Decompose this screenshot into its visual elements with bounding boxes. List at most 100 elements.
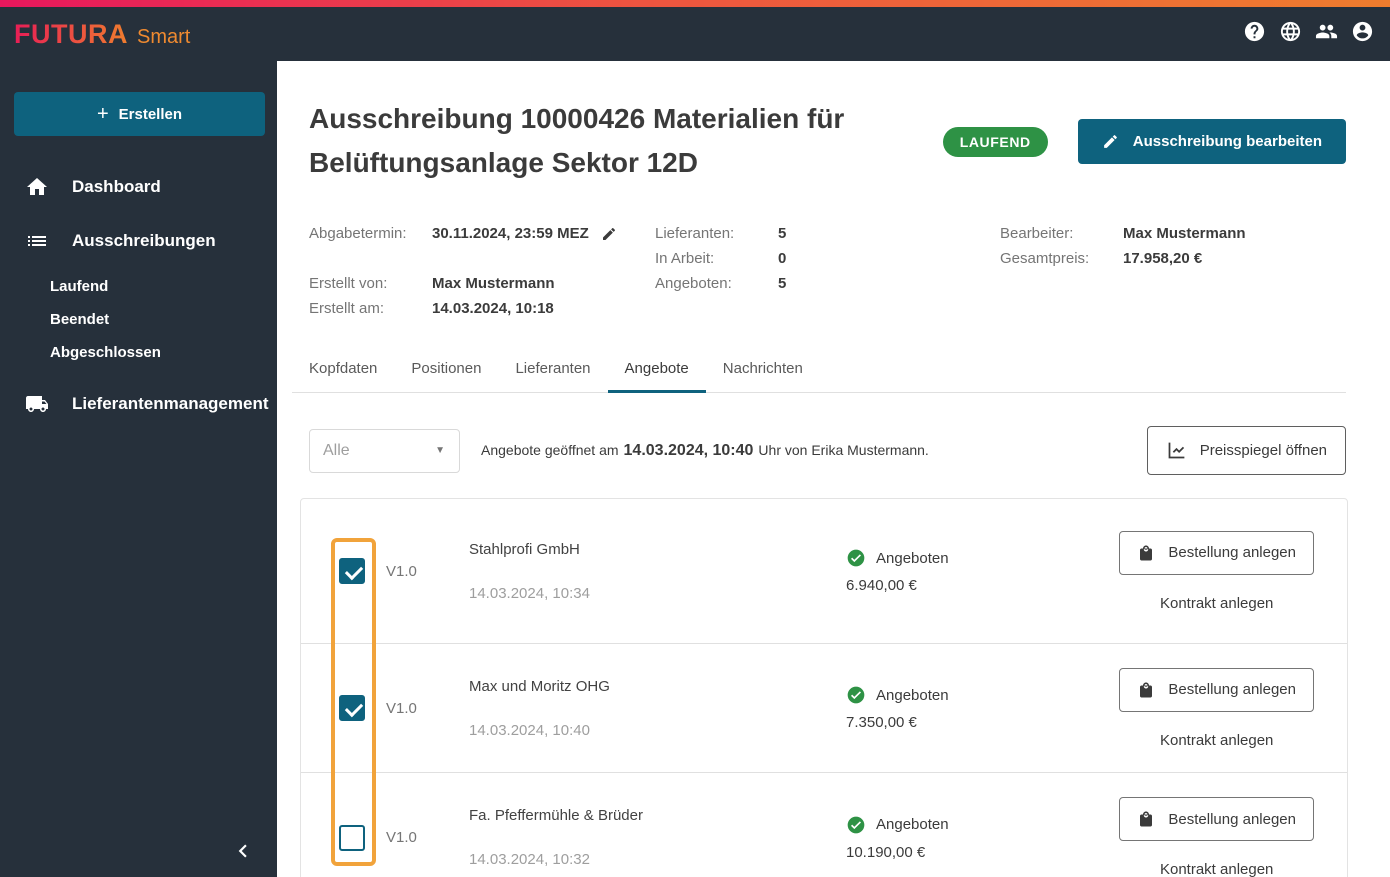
supplier-name: Max und Moritz OHG — [469, 677, 610, 695]
pencil-icon — [1103, 135, 1117, 148]
create-order-button[interactable]: Bestellung anlegen — [1119, 797, 1314, 841]
offer-filter-value: Alle — [323, 441, 350, 459]
create-order-button[interactable]: Bestellung anlegen — [1119, 530, 1314, 575]
offer-row: V1.0 Max und Moritz OHG 14.03.2024, 10:4… — [301, 644, 1347, 773]
offer-status: Angeboten — [876, 816, 949, 833]
offer-date: 14.03.2024, 10:32 — [469, 851, 590, 868]
in-progress-label: In Arbeit: — [655, 250, 715, 267]
tab-angebote[interactable]: Angebote — [607, 349, 706, 393]
opened-prefix: Angebote geöffnet am — [481, 441, 619, 458]
meta-column-editor: Bearbeiter: Max Mustermann Gesamtpreis: … — [1000, 221, 1346, 321]
chevron-down-icon: ▼ — [435, 445, 445, 456]
topbar-icons — [1243, 20, 1374, 48]
chart-icon — [1168, 442, 1185, 459]
main-content: Ausschreibung 10000426 Materialien für B… — [277, 61, 1390, 877]
offer-date: 14.03.2024, 10:40 — [469, 721, 590, 739]
offer-price: 6.940,00 € — [846, 577, 917, 594]
account-icon[interactable] — [1351, 20, 1374, 48]
sidebar-item-ended[interactable]: Beendet — [0, 303, 277, 336]
tab-kopfdaten[interactable]: Kopfdaten — [292, 349, 394, 393]
plus-icon: + — [96, 103, 109, 125]
offer-checkbox[interactable] — [339, 824, 365, 851]
chevron-left-icon — [238, 844, 247, 858]
globe-icon[interactable] — [1279, 20, 1302, 48]
offers-card: V1.0 Stahlprofi GmbH 14.03.2024, 10:34 A… — [300, 498, 1348, 877]
total-price-value: 17.958,20 € — [1123, 250, 1203, 267]
list-icon — [28, 236, 46, 246]
sidebar: + Erstellen Dashboard Ausschreibungen La… — [0, 61, 277, 877]
sidebar-item-tenders[interactable]: Ausschreibungen — [0, 214, 277, 268]
brand-logo: FUTURA Smart — [14, 19, 190, 50]
tab-nachrichten[interactable]: Nachrichten — [706, 349, 820, 393]
tab-bar: Kopfdaten Positionen Lieferanten Angebot… — [292, 349, 1346, 393]
editor-label: Bearbeiter: — [1000, 225, 1074, 242]
sidebar-item-supplier-management[interactable]: Lieferantenmanagement — [0, 377, 277, 431]
create-order-button-label: Bestellung anlegen — [1168, 810, 1296, 828]
offer-status: Angeboten — [876, 686, 949, 704]
offer-price: 7.350,00 € — [846, 714, 917, 731]
meta-section: Abgabetermin: 30.11.2024, 23:59 MEZ Erst… — [309, 221, 1346, 321]
price-mirror-button-label: Preisspiegel öffnen — [1199, 442, 1327, 459]
sidebar-item-completed[interactable]: Abgeschlossen — [0, 336, 277, 369]
supplier-name: Fa. Pfeffermühle & Brüder — [469, 807, 643, 824]
sidebar-nav: Dashboard Ausschreibungen Laufend Beende… — [0, 160, 277, 431]
edit-deadline-icon[interactable] — [601, 226, 617, 242]
offer-version: V1.0 — [386, 829, 417, 846]
brand-name: FUTURA — [14, 18, 128, 49]
opened-suffix: Uhr von Erika Mustermann. — [758, 441, 929, 458]
users-icon[interactable] — [1315, 20, 1338, 48]
page-title: Ausschreibung 10000426 Materialien für B… — [309, 103, 845, 178]
create-order-button-label: Bestellung anlegen — [1168, 544, 1296, 561]
tab-lieferanten[interactable]: Lieferanten — [498, 349, 607, 393]
offer-filter-select[interactable]: Alle ▼ — [309, 428, 460, 473]
sidebar-tenders-submenu: Laufend Beendet Abgeschlossen — [0, 268, 277, 377]
offer-checkbox[interactable] — [339, 558, 365, 584]
status-badge: LAUFEND — [942, 126, 1048, 157]
offer-row: V1.0 Fa. Pfeffermühle & Brüder 14.03.202… — [301, 773, 1347, 877]
meta-column-dates: Abgabetermin: 30.11.2024, 23:59 MEZ Erst… — [309, 221, 655, 321]
tab-positionen[interactable]: Positionen — [394, 349, 498, 393]
deadline-label: Abgabetermin: — [309, 225, 407, 242]
check-circle-icon — [847, 816, 865, 833]
bag-icon — [1140, 811, 1153, 827]
home-icon — [27, 178, 47, 195]
offered-value: 5 — [778, 275, 787, 292]
offer-row: V1.0 Stahlprofi GmbH 14.03.2024, 10:34 A… — [301, 499, 1347, 644]
create-contract-link[interactable]: Kontrakt anlegen — [1160, 861, 1273, 877]
editor-value: Max Mustermann — [1123, 225, 1246, 242]
created-at-value: 14.03.2024, 10:18 — [432, 300, 554, 317]
opened-datetime: 14.03.2024, 10:40 — [623, 441, 754, 459]
sidebar-collapse-button[interactable] — [225, 833, 261, 869]
check-circle-icon — [847, 549, 865, 567]
bag-icon — [1140, 682, 1153, 697]
offers-opened-text: Angebote geöffnet am 14.03.2024, 10:40 U… — [481, 442, 929, 460]
price-mirror-button[interactable]: Preisspiegel öffnen — [1146, 426, 1346, 475]
truck-icon — [26, 396, 48, 412]
offer-version: V1.0 — [386, 562, 417, 580]
create-contract-link[interactable]: Kontrakt anlegen — [1160, 732, 1273, 749]
sidebar-item-dashboard[interactable]: Dashboard — [0, 160, 277, 214]
offer-price: 10.190,00 € — [846, 843, 926, 861]
create-button-label: Erstellen — [118, 105, 183, 123]
created-by-value: Max Mustermann — [432, 275, 555, 292]
page-header: Ausschreibung 10000426 Materialien für B… — [309, 97, 1346, 185]
check-circle-icon — [847, 686, 865, 704]
create-contract-link[interactable]: Kontrakt anlegen — [1160, 595, 1273, 612]
offer-status: Angeboten — [876, 549, 949, 567]
offer-checkbox[interactable] — [339, 695, 365, 721]
sidebar-item-running[interactable]: Laufend — [0, 270, 277, 303]
create-order-button[interactable]: Bestellung anlegen — [1119, 667, 1314, 712]
help-icon[interactable] — [1243, 20, 1266, 48]
filter-row: Alle ▼ Angebote geöffnet am 14.03.2024, … — [309, 426, 1346, 475]
offer-date: 14.03.2024, 10:34 — [469, 584, 590, 602]
topbar: FUTURA Smart — [0, 7, 1390, 61]
brand-gradient-strip — [0, 0, 1390, 7]
brand-suffix: Smart — [136, 25, 191, 48]
bag-icon — [1140, 545, 1153, 560]
total-price-label: Gesamtpreis: — [1000, 250, 1090, 267]
suppliers-value: 5 — [778, 225, 787, 242]
create-order-button-label: Bestellung anlegen — [1168, 681, 1296, 698]
create-button[interactable]: + Erstellen — [14, 92, 265, 136]
edit-tender-button[interactable]: Ausschreibung bearbeiten — [1077, 119, 1346, 164]
supplier-name: Stahlprofi GmbH — [469, 540, 580, 558]
